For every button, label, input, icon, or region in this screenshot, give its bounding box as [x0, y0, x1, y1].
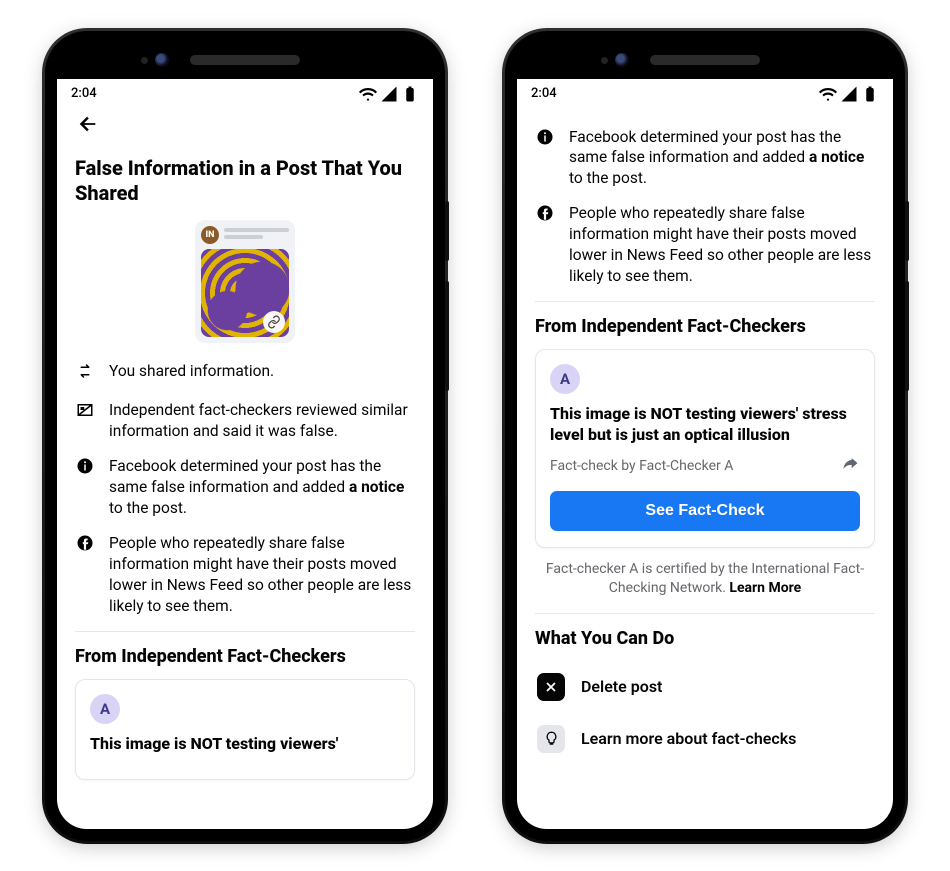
- post-preview: IN: [75, 220, 415, 343]
- delete-icon: [537, 673, 565, 701]
- phone-side-button: [445, 281, 449, 391]
- content-right: Facebook determined your post has the sa…: [517, 107, 893, 829]
- action-label: Delete post: [581, 677, 662, 696]
- phone-side-button: [445, 201, 449, 261]
- facebook-icon: [535, 203, 555, 287]
- learn-more-action[interactable]: Learn more about fact-checks: [535, 713, 875, 765]
- phone-speaker: [190, 55, 300, 65]
- bullet-determined: Facebook determined your post has the sa…: [75, 456, 415, 519]
- cellular-icon: [840, 85, 858, 103]
- header-row: [75, 107, 415, 150]
- fact-check-icon: [75, 400, 95, 442]
- status-icons: [359, 85, 419, 103]
- phone-sensor: [601, 57, 608, 64]
- screen-right: 2:04 Facebook determined your post has t…: [517, 79, 893, 829]
- content-left: False Information in a Post That You Sha…: [57, 107, 433, 829]
- status-time: 2:04: [531, 86, 557, 101]
- wifi-icon: [819, 85, 837, 103]
- bullet-repeated: People who repeatedly share false inform…: [75, 533, 415, 617]
- phone-right: 2:04 Facebook determined your post has t…: [505, 31, 905, 841]
- phone-camera: [155, 53, 169, 67]
- post-author-avatar: IN: [201, 226, 219, 244]
- bullet-text: Facebook determined your post has the sa…: [569, 127, 875, 190]
- bullet-reviewed: Independent fact-checkers reviewed simil…: [75, 400, 415, 442]
- share-icon: [840, 454, 860, 474]
- fact-check-card: A This image is NOT testing viewers': [75, 679, 415, 780]
- post-text-placeholder: [224, 228, 289, 242]
- divider: [535, 301, 875, 302]
- phone-sensor: [141, 57, 148, 64]
- share-button[interactable]: [840, 454, 860, 479]
- lightbulb-icon: [537, 725, 565, 753]
- bullet-text: Independent fact-checkers reviewed simil…: [109, 400, 415, 442]
- page-title: False Information in a Post That You Sha…: [75, 156, 415, 206]
- reshare-icon: [75, 361, 95, 387]
- fact-check-headline: This image is NOT testing viewers': [90, 734, 400, 755]
- bullet-text: People who repeatedly share false inform…: [109, 533, 415, 617]
- back-button[interactable]: [75, 112, 101, 142]
- bullet-determined: Facebook determined your post has the sa…: [535, 127, 875, 190]
- fact-checkers-heading: From Independent Fact-Checkers: [535, 316, 875, 337]
- phone-side-button: [905, 281, 909, 391]
- fact-check-card: A This image is NOT testing viewers' str…: [535, 349, 875, 548]
- fact-checker-avatar: A: [90, 694, 120, 724]
- status-bar: 2:04: [517, 79, 893, 107]
- battery-icon: [861, 85, 879, 103]
- arrow-left-icon: [75, 113, 101, 135]
- wifi-icon: [359, 85, 377, 103]
- post-thumbnail[interactable]: IN: [195, 220, 295, 343]
- fact-checker-avatar: A: [550, 364, 580, 394]
- post-image: [201, 249, 289, 337]
- cellular-icon: [380, 85, 398, 103]
- info-icon: [535, 127, 555, 190]
- bullet-shared: You shared information.: [75, 361, 415, 387]
- divider: [535, 613, 875, 614]
- bullet-text: People who repeatedly share false inform…: [569, 203, 875, 287]
- delete-post-action[interactable]: Delete post: [535, 661, 875, 713]
- fact-check-headline: This image is NOT testing viewers' stres…: [550, 404, 860, 446]
- status-bar: 2:04: [57, 79, 433, 107]
- phone-camera: [615, 53, 629, 67]
- status-icons: [819, 85, 879, 103]
- info-icon: [75, 456, 95, 519]
- bullet-repeated: People who repeatedly share false inform…: [535, 203, 875, 287]
- battery-icon: [401, 85, 419, 103]
- fact-checkers-heading: From Independent Fact-Checkers: [75, 646, 415, 667]
- phone-left: 2:04 False Information in a Post That Yo…: [45, 31, 445, 841]
- phone-side-button: [905, 201, 909, 261]
- phone-speaker: [650, 55, 760, 65]
- link-icon: [263, 311, 285, 333]
- certification-note: Fact-checker A is certified by the Inter…: [541, 560, 869, 599]
- status-time: 2:04: [71, 86, 97, 101]
- bullet-text: You shared information.: [109, 361, 274, 387]
- action-label: Learn more about fact-checks: [581, 729, 796, 748]
- facebook-icon: [75, 533, 95, 617]
- screen-left: 2:04 False Information in a Post That Yo…: [57, 79, 433, 829]
- bullet-text: Facebook determined your post has the sa…: [109, 456, 415, 519]
- fact-check-byline: Fact-check by Fact-Checker A: [550, 458, 733, 474]
- learn-more-link[interactable]: Learn More: [729, 580, 801, 596]
- divider: [75, 631, 415, 632]
- see-fact-check-button[interactable]: See Fact-Check: [550, 491, 860, 531]
- actions-heading: What You Can Do: [535, 628, 875, 649]
